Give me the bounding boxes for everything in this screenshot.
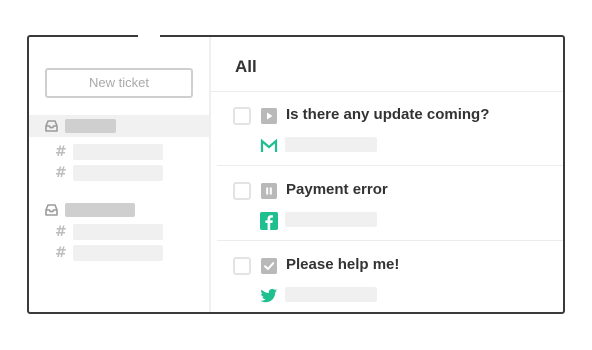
channel-name-placeholder bbox=[73, 165, 163, 181]
sidebar-inbox-2[interactable] bbox=[29, 199, 209, 221]
inbox-icon bbox=[45, 204, 58, 216]
sidebar-channel[interactable]: # bbox=[29, 164, 209, 182]
ticket-subject: Please help me! bbox=[286, 256, 400, 273]
ticket-meta-placeholder bbox=[285, 137, 377, 152]
channel-name-placeholder bbox=[73, 245, 163, 261]
hash-icon: # bbox=[55, 224, 67, 240]
inbox-icon bbox=[45, 120, 58, 132]
page-title: All bbox=[235, 57, 257, 76]
ticket-list-panel: All Is there any update coming? Payment … bbox=[211, 37, 563, 312]
hash-icon: # bbox=[55, 245, 67, 261]
ticket-meta-placeholder bbox=[285, 287, 377, 302]
channel-name-placeholder bbox=[73, 224, 163, 240]
ticket-checkbox[interactable] bbox=[233, 107, 251, 125]
inbox-name-placeholder bbox=[65, 203, 135, 217]
pause-icon bbox=[261, 183, 277, 199]
check-icon bbox=[261, 258, 277, 274]
ticket-meta-placeholder bbox=[285, 212, 377, 227]
play-icon bbox=[261, 108, 277, 124]
ticket-subject: Is there any update coming? bbox=[286, 106, 490, 123]
inbox-name-placeholder bbox=[65, 119, 116, 133]
new-ticket-button[interactable]: New ticket bbox=[45, 68, 193, 98]
app-window: New ticket # # # # All Is there any upda… bbox=[27, 35, 565, 314]
hash-icon: # bbox=[55, 144, 67, 160]
ticket-subject: Payment error bbox=[286, 181, 388, 198]
facebook-icon bbox=[260, 212, 278, 230]
row-divider bbox=[217, 240, 563, 241]
sidebar-channel[interactable]: # bbox=[29, 244, 209, 262]
sidebar-inbox-1[interactable] bbox=[29, 115, 209, 137]
hash-icon: # bbox=[55, 165, 67, 181]
gmail-icon bbox=[260, 138, 278, 152]
ticket-checkbox[interactable] bbox=[233, 257, 251, 275]
row-divider bbox=[217, 165, 563, 166]
ticket-row[interactable]: Please help me! bbox=[217, 242, 563, 316]
sidebar: New ticket # # # # bbox=[29, 37, 211, 312]
frame-gap bbox=[138, 33, 160, 39]
ticket-row[interactable]: Is there any update coming? bbox=[217, 92, 563, 166]
sidebar-channel[interactable]: # bbox=[29, 223, 209, 241]
twitter-icon bbox=[260, 288, 278, 303]
ticket-checkbox[interactable] bbox=[233, 182, 251, 200]
ticket-row[interactable]: Payment error bbox=[217, 167, 563, 241]
channel-name-placeholder bbox=[73, 144, 163, 160]
sidebar-channel[interactable]: # bbox=[29, 143, 209, 161]
